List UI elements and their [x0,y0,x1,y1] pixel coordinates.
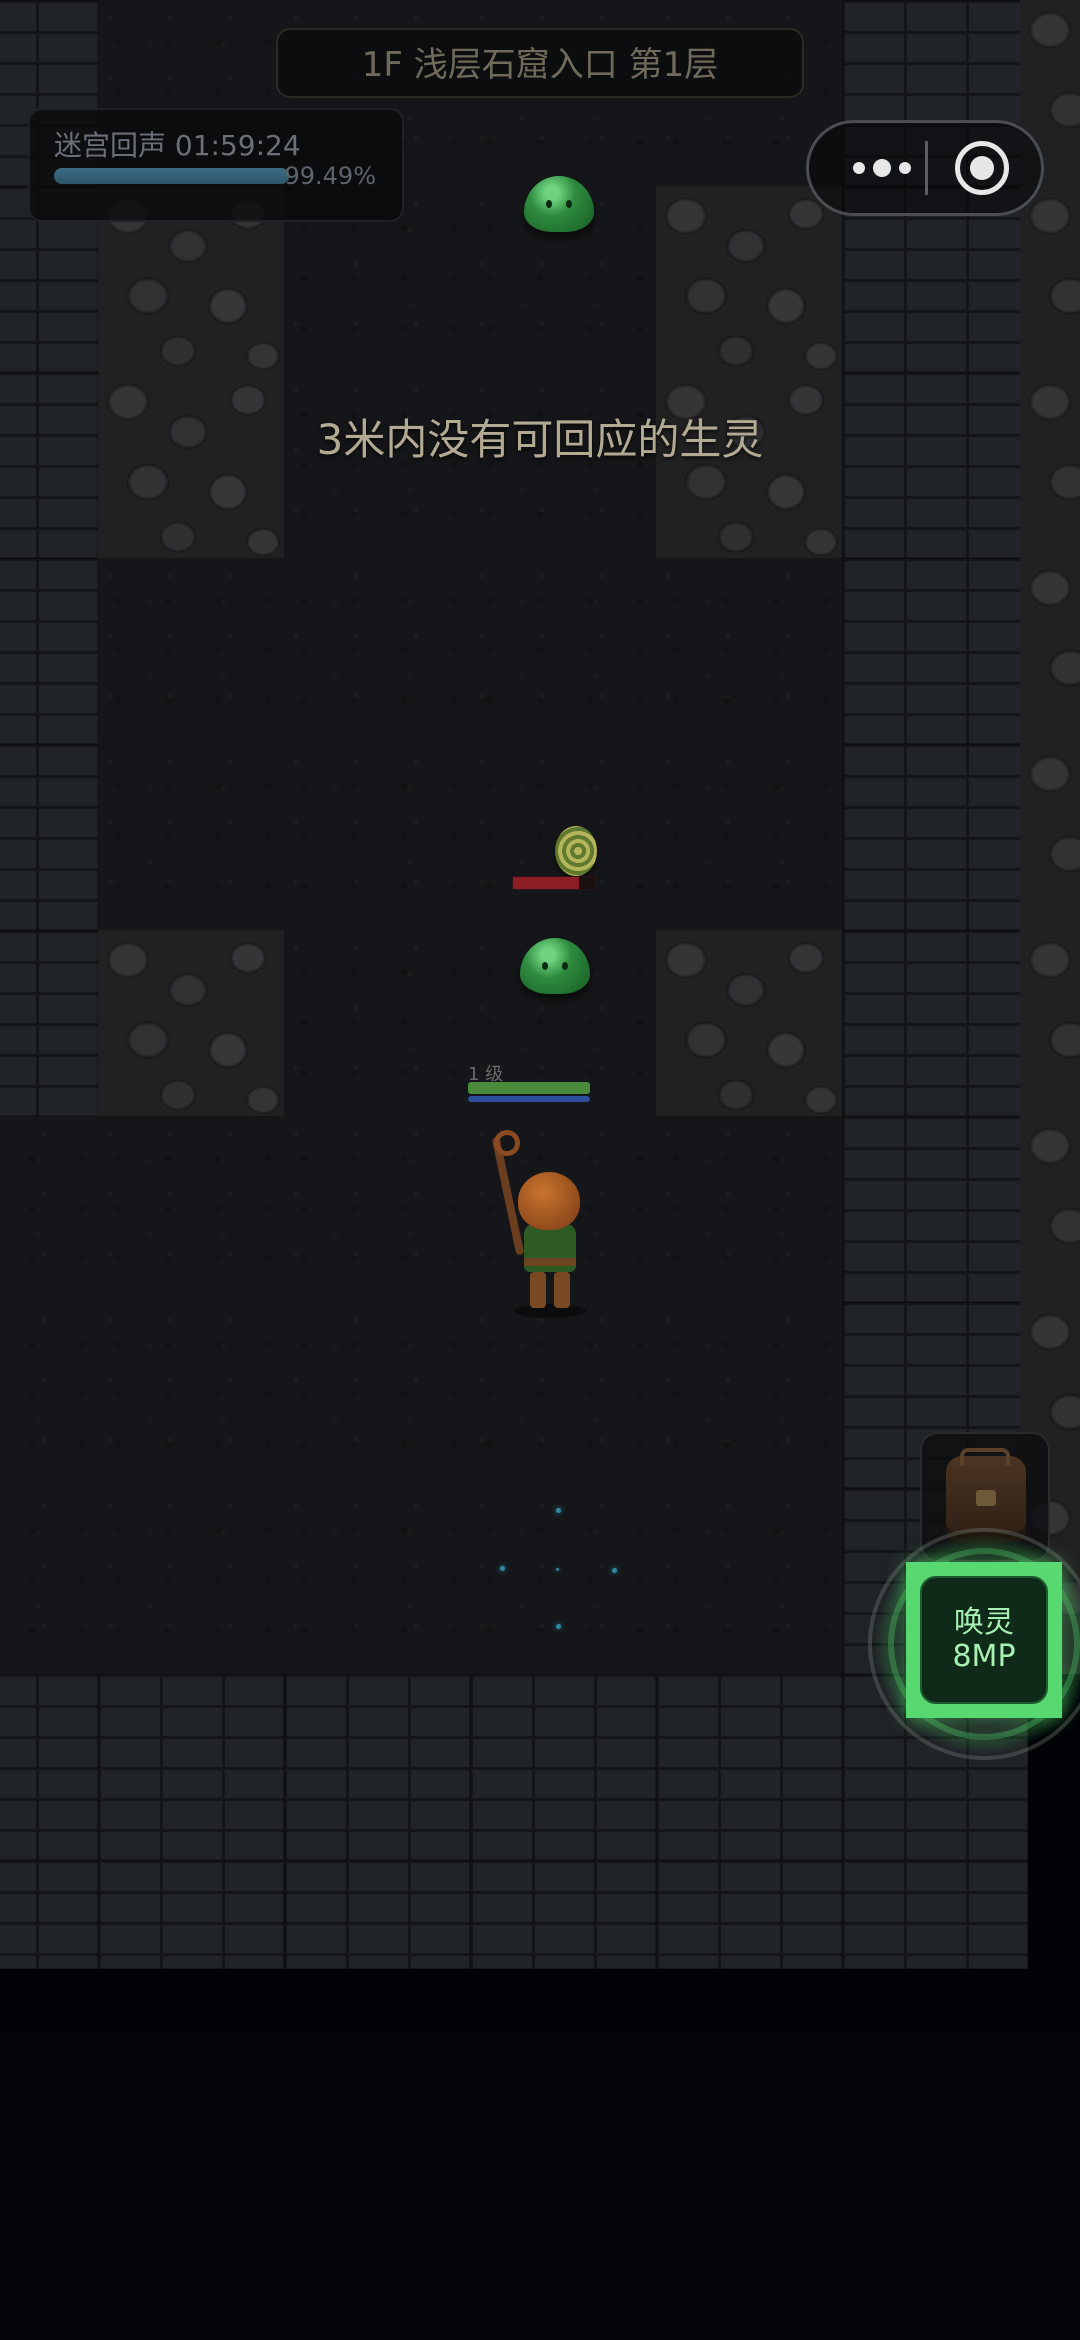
brick-wall-tile [98,1860,284,1969]
sparkle-effect [500,1566,505,1571]
floor-tile [470,1488,656,1674]
floor-tile [98,1116,284,1302]
stone-wall-tile [1020,186,1080,372]
floor-tile [284,1488,470,1674]
echo-progress-bar [54,168,290,184]
echo-status-panel: 迷宫回声 01:59:24 99.49% [28,108,404,222]
floor-tile [656,744,842,930]
brick-wall-tile [0,1674,98,1860]
snail-enemy-icon[interactable] [555,826,597,876]
summon-button-face: 唤灵 8MP [920,1576,1048,1704]
game-stage[interactable]: 1F 浅层石窟入口 第1层 迷宫回声 01:59:24 99.49% 3米内没有… [0,0,1080,2340]
floor-tile [470,558,656,744]
floor-tile [656,1302,842,1488]
summon-cost: 8MP [952,1639,1016,1674]
brick-wall-tile [656,1860,842,1969]
close-miniprogram-icon[interactable] [955,141,1009,195]
summon-button[interactable]: 唤灵 8MP [906,1562,1062,1718]
capsule-divider [925,141,928,195]
player-hp-bar [468,1082,590,1094]
floor-tile [98,744,284,930]
floor-tile [284,1302,470,1488]
floor-tile [284,930,470,1116]
brick-wall-tile [842,558,1028,744]
sparkle-effect [556,1508,561,1513]
miniprogram-capsule [806,120,1044,216]
floor-tile [284,744,470,930]
brick-wall-tile [0,744,98,930]
stone-wall-tile [1020,558,1080,744]
floor-tile [0,1302,98,1488]
brick-wall-tile [284,1860,470,1969]
floor-tile [656,1116,842,1302]
player-character [490,1130,600,1326]
stone-wall-tile [656,186,842,372]
sparkle-effect [556,1624,561,1629]
brick-wall-tile [656,1674,842,1860]
floor-tile [98,558,284,744]
brick-wall-tile [284,1674,470,1860]
brick-wall-tile [0,558,98,744]
enemy-hp-bar [512,876,596,890]
brick-wall-tile [842,744,1028,930]
brick-wall-tile [0,1860,98,1969]
stone-wall-tile [656,930,842,1116]
brick-wall-tile [470,1674,656,1860]
floor-tile [284,558,470,744]
echo-progress-fill [54,168,289,184]
floor-tile [470,1302,656,1488]
echo-timer-label: 迷宫回声 01:59:24 [54,129,301,162]
floor-tile [284,1116,470,1302]
floor-tile [0,1488,98,1674]
toast-message: 3米内没有可回应的生灵 [316,415,764,464]
echo-percent: 99.49% [284,162,376,190]
brick-wall-tile [842,1860,1028,1969]
player-mp-bar [468,1096,590,1102]
player-mp-fill [468,1096,590,1102]
stone-wall-tile [1020,1116,1080,1302]
brick-wall-tile [98,1674,284,1860]
sparkle-effect [612,1568,617,1573]
stone-wall-tile [1020,744,1080,930]
floor-tile [98,1488,284,1674]
floor-tile [98,1302,284,1488]
player-hp-fill [468,1082,590,1094]
brick-wall-tile [0,930,98,1116]
more-icon[interactable] [839,123,925,213]
floor-tile [656,558,842,744]
brick-wall-tile [842,1116,1028,1302]
sparkle-effect [556,1568,559,1571]
floor-tile [0,1116,98,1302]
floor-title: 1F 浅层石窟入口 第1层 [276,28,804,98]
stone-wall-tile [98,930,284,1116]
summon-label: 唤灵 [954,1605,1014,1640]
brick-wall-tile [470,1860,656,1969]
enemy-hp-fill [513,877,579,889]
floor-tile [656,1488,842,1674]
brick-wall-tile [842,930,1028,1116]
stone-wall-tile [1020,930,1080,1116]
